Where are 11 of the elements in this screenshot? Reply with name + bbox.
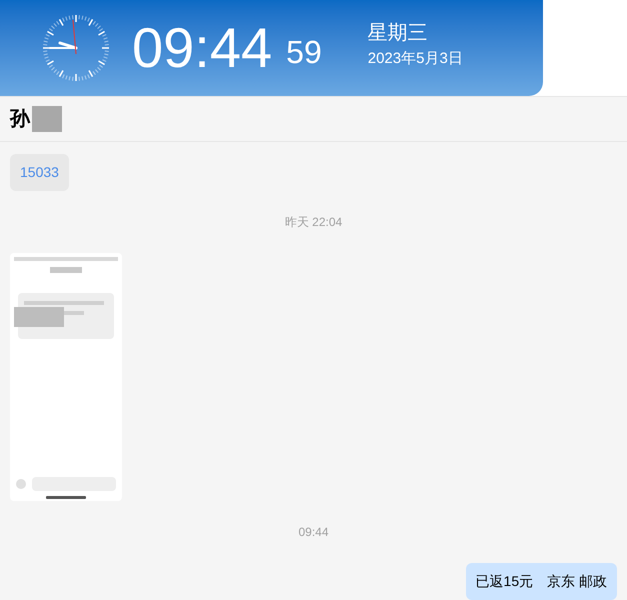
clock-seconds: 59 bbox=[286, 36, 322, 68]
message-timestamp: 09:44 bbox=[298, 524, 329, 541]
message-bubble: 15033 bbox=[10, 154, 69, 191]
date-label: 2023年5月3日 bbox=[368, 50, 463, 69]
redaction-block bbox=[32, 106, 62, 132]
message-bubble: 已返15元 京东 邮政 bbox=[466, 563, 617, 600]
contact-name: 孙 bbox=[10, 107, 30, 132]
message-timestamp: 昨天 22:04 bbox=[284, 214, 342, 231]
clock-time: 09:44 bbox=[132, 20, 272, 76]
weekday-label: 星期三 bbox=[368, 21, 429, 46]
analog-clock-icon bbox=[42, 14, 110, 82]
